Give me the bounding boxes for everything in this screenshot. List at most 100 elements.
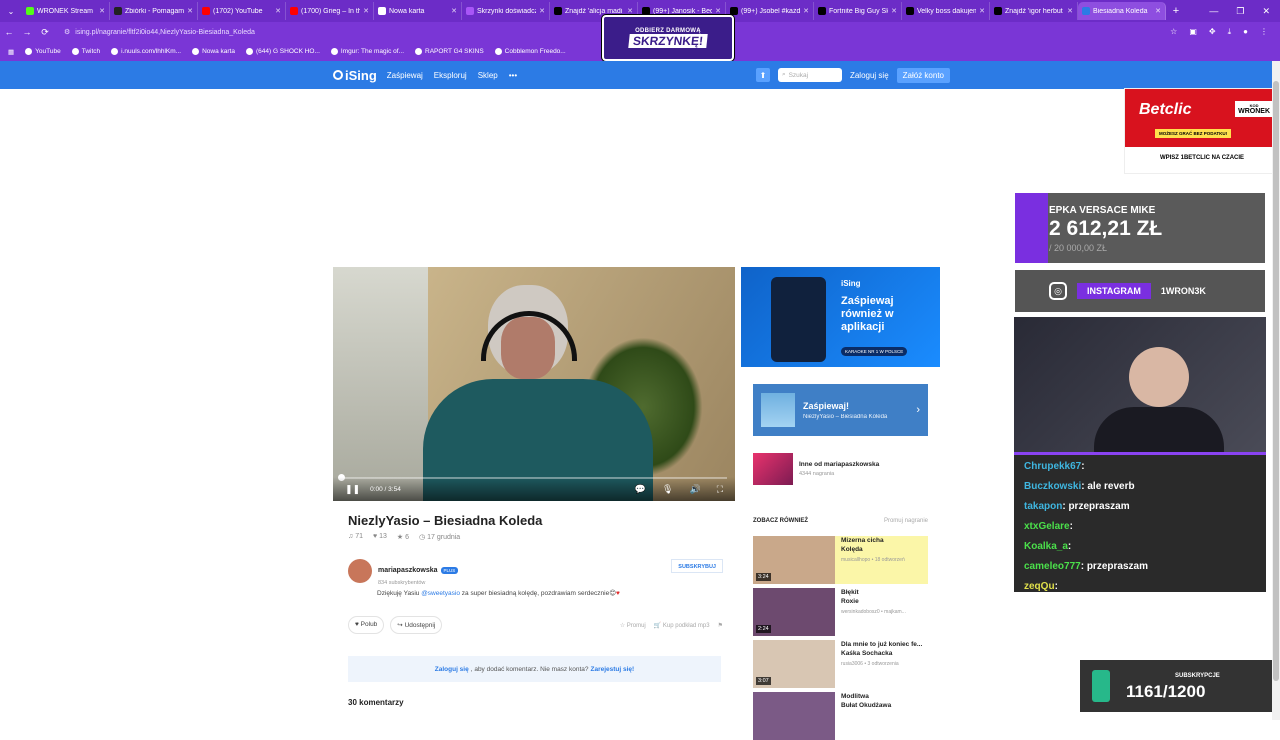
tab-close-icon[interactable]: ✕ — [451, 7, 457, 15]
bookmark-label: RAPORT G4 SKINS — [425, 48, 484, 55]
mic-icon[interactable]: 🎙 — [662, 484, 673, 495]
sing-this-card[interactable]: Zaśpiewaj! NiezlyYasio – Biesiadna Koled… — [753, 384, 928, 436]
browser-tab[interactable]: (1702) YouTube ✕ — [198, 2, 286, 20]
tab-close-icon[interactable]: ✕ — [99, 7, 105, 15]
minimize-icon[interactable]: — — [1209, 6, 1218, 17]
browser-tab[interactable]: Biesiadna Koleda ✕ — [1078, 2, 1166, 20]
tab-close-icon[interactable]: ✕ — [363, 7, 369, 15]
back-icon[interactable]: ← — [0, 27, 18, 37]
restore-icon[interactable]: ❐ — [1236, 6, 1244, 17]
pause-icon[interactable]: ❚❚ — [345, 484, 360, 495]
nav-link-shop[interactable]: Sklep — [478, 71, 498, 80]
recommendation-item[interactable]: 3:24 Mizerna cicha Kolęda musicallhopo • 18… — [753, 536, 928, 584]
browser-tab[interactable]: Skrzynki doświadcz ✕ — [462, 2, 550, 20]
goal-amount: 2 612,21 ZŁ — [1049, 217, 1163, 240]
close-icon[interactable]: ✕ — [1262, 6, 1270, 17]
avatar[interactable] — [348, 559, 372, 583]
rec-artist: Kolęda — [841, 546, 863, 553]
author-name[interactable]: mariapaszkowska — [378, 567, 438, 574]
comment-mention[interactable]: @sweetyasio — [421, 590, 460, 597]
extension-icon[interactable]: ▣ — [1189, 27, 1197, 37]
downloads-icon[interactable]: ⤓ — [1228, 27, 1232, 37]
bookmark-item[interactable]: Twitch — [71, 48, 100, 55]
tab-close-icon[interactable]: ✕ — [1067, 7, 1073, 15]
video-player[interactable]: ❚❚ 0:00 / 3:54 💬 🎙 🔊 ⛶ — [333, 267, 735, 501]
site-info-icon[interactable]: ⚙ — [64, 28, 70, 36]
browser-tab[interactable]: (1700) Grieg – In th ✕ — [286, 2, 374, 20]
apps-grid-icon[interactable]: ▦ — [8, 48, 14, 56]
browser-tab[interactable]: WRONEK Stream ✕ — [22, 2, 110, 20]
tab-close-icon[interactable]: ✕ — [715, 7, 721, 15]
nav-link-sing[interactable]: Zaśpiewaj — [387, 71, 423, 80]
app-advert[interactable]: iSing Zaśpiewaj również w aplikacji KARA… — [741, 267, 940, 367]
star-icon: ★ — [396, 534, 404, 541]
scrollbar-thumb[interactable] — [1273, 81, 1279, 681]
share-button[interactable]: ↪ Udostępnij — [390, 616, 443, 634]
search-input[interactable]: ⌕ Szukaj — [777, 68, 842, 82]
url-field[interactable]: ⚙ ising.pl/nagranie/fltf2i0io44,NiezlyYa… — [64, 25, 644, 39]
reload-icon[interactable]: ⟳ — [36, 27, 54, 38]
bookmark-star-icon[interactable]: ☆ — [1170, 27, 1177, 37]
rec-meta: rusia3006 • 3 odtworzenia — [841, 661, 899, 667]
tab-close-icon[interactable]: ✕ — [1155, 7, 1161, 15]
tab-close-icon[interactable]: ✕ — [539, 7, 545, 15]
nav-link-explore[interactable]: Eksploruj — [434, 71, 467, 80]
bookmark-favicon-icon — [192, 48, 200, 55]
recommendation-item[interactable]: 2:24 Błękit Roxie wersinkadobosz0 • majkam.… — [753, 588, 928, 636]
promote-link[interactable]: ☆ Promuj — [620, 622, 646, 629]
browser-tab[interactable]: Velky boss dakujem ✕ — [902, 2, 990, 20]
recommendation-item[interactable]: 3:07 Dla mnie to już koniec fe... Kaśka So… — [753, 640, 928, 688]
register-button[interactable]: Załóż konto — [896, 67, 950, 83]
browser-tab[interactable]: Fortnite Big Guy Sk ✕ — [814, 2, 902, 20]
chat-username: Buczkowski — [1024, 481, 1082, 492]
tab-close-icon[interactable]: ✕ — [275, 7, 281, 15]
bookmark-item[interactable]: i.nuuls.com/lhhlKm... — [111, 48, 181, 55]
login-comment-link[interactable]: Zaloguj się — [435, 666, 469, 673]
bookmark-item[interactable]: (644) G SHOCK HO... — [245, 48, 320, 55]
new-tab-button[interactable]: + — [1166, 5, 1186, 17]
tab-close-icon[interactable]: ✕ — [187, 7, 193, 15]
betclic-logo: Betclic — [1139, 101, 1192, 118]
ad-brand: iSing — [841, 279, 861, 288]
fullscreen-icon[interactable]: ⛶ — [717, 484, 723, 495]
buy-mp3-link[interactable]: 🛒 Kup podkład mp3 — [654, 622, 710, 629]
tab-title: WRONEK Stream — [37, 7, 94, 15]
tab-close-icon[interactable]: ✕ — [979, 7, 985, 15]
browser-tab[interactable]: Nowa karta ✕ — [374, 2, 462, 20]
recommendation-item[interactable]: Modlitwa Bułat Okudżawa — [753, 692, 928, 740]
browser-tab[interactable]: Zbiórki - Pomagam ✕ — [110, 2, 198, 20]
bookmark-item[interactable]: Cobblemon Freedo... — [494, 48, 566, 55]
browser-tab[interactable]: (99+) Jsobel #każd ✕ — [726, 2, 814, 20]
stream-chat: Chrupekk67: Buczkowski: ale reverb takapo… — [1014, 452, 1266, 592]
bookmark-item[interactable]: RAPORT G4 SKINS — [415, 48, 484, 55]
chat-bubble-icon[interactable]: 💬 — [635, 484, 646, 495]
ising-logo[interactable]: iSing — [333, 68, 377, 83]
subscribe-button[interactable]: SUBSKRYBUJ — [671, 559, 723, 573]
promote-recording-link[interactable]: Promuj nagranie — [884, 518, 928, 524]
forward-icon[interactable]: → — [18, 27, 36, 37]
bookmark-item[interactable]: YouTube — [25, 48, 61, 55]
tab-title: (99+) Jsobel #każd — [741, 7, 801, 15]
extensions-puzzle-icon[interactable]: ✥ — [1209, 27, 1216, 37]
bookmark-label: Imgur: The magic of... — [340, 48, 405, 55]
register-comment-link[interactable]: Zarejestuj się! — [591, 666, 635, 673]
tab-close-icon[interactable]: ✕ — [627, 7, 633, 15]
like-button[interactable]: ♥ Polub — [348, 616, 385, 634]
login-link[interactable]: Zaloguj się — [850, 71, 889, 80]
menu-icon[interactable]: ⋮ — [1260, 27, 1268, 37]
flag-icon[interactable]: ⚑ — [718, 622, 723, 629]
bookmark-item[interactable]: Nowa karta — [192, 48, 235, 55]
chat-username: Koalka_a — [1024, 541, 1068, 552]
browser-tab[interactable]: Znajdź 'igor herbut ✕ — [990, 2, 1078, 20]
tab-search-icon[interactable]: ⌄ — [0, 0, 22, 22]
tab-close-icon[interactable]: ✕ — [803, 7, 809, 15]
volume-icon[interactable]: 🔊 — [689, 484, 700, 495]
other-by-author[interactable]: Inne od mariapaszkowska 4344 nagrania — [753, 453, 928, 485]
profile-avatar[interactable]: ● — [1243, 27, 1248, 37]
donation-goal: EPKA VERSACE MIKE 2 612,21 ZŁ / 20 000,0… — [1015, 193, 1265, 263]
nav-more-icon[interactable]: ••• — [509, 71, 517, 80]
page-scrollbar[interactable] — [1272, 61, 1280, 720]
tab-close-icon[interactable]: ✕ — [891, 7, 897, 15]
bookmark-item[interactable]: Imgur: The magic of... — [330, 48, 405, 55]
upload-icon[interactable]: ⬆ — [755, 68, 770, 82]
